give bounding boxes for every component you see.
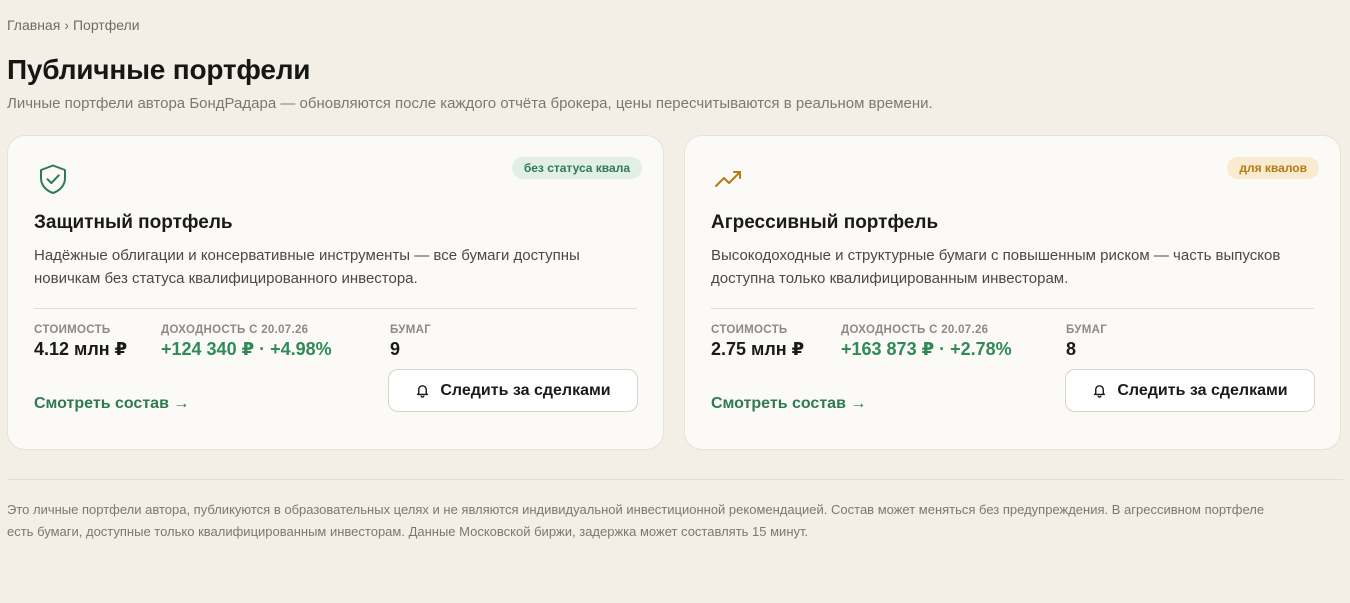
stat-yield-label: Доходность с 20.07.26: [161, 324, 309, 336]
card-description: Высокодоходные и структурные бумаги с по…: [711, 247, 1281, 287]
footer-disclaimer: Это личные портфели автора, публикуются …: [7, 502, 1265, 539]
page-subtitle: Личные портфели автора БондРадара — обно…: [7, 95, 933, 112]
card-divider: [34, 308, 637, 309]
portfolios-page: Главная › Портфели Публичные портфели Личн…: [0, 0, 1350, 603]
view-composition-link[interactable]: Смотреть состав →: [711, 395, 866, 413]
follow-trades-button[interactable]: Следить за сделками: [388, 369, 638, 412]
stat-value: Стоимость 4.12 млн ₽: [34, 324, 127, 360]
stat-yield-amount: +124 340 ₽ · +4.98%: [161, 339, 332, 359]
breadcrumb-separator: ›: [64, 17, 69, 33]
card-title: Защитный портфель: [34, 212, 233, 233]
stat-count: Бумаг 9: [390, 324, 431, 360]
stat-count-label: Бумаг: [1066, 324, 1108, 336]
stat-yield-label: Доходность с 20.07.26: [841, 324, 989, 336]
bell-icon: [1094, 385, 1106, 398]
card-description: Надёжные облигации и консервативные инст…: [34, 247, 580, 287]
stat-yield: Доходность с 20.07.26 +124 340 ₽ · +4.98…: [161, 324, 332, 360]
trend-up-icon: [713, 162, 747, 196]
stat-value: Стоимость 2.75 млн ₽: [711, 324, 804, 360]
follow-trades-label: Следить за сделками: [1117, 381, 1288, 399]
follow-trades-button[interactable]: Следить за сделками: [1065, 369, 1315, 412]
bell-icon: [417, 385, 429, 398]
portfolio-card-defensive: без статуса квала Защитный портфель Надё…: [7, 135, 664, 450]
stat-value-label: Стоимость: [34, 324, 111, 336]
footer-divider: [7, 479, 1343, 480]
status-badge: для квалов: [1227, 157, 1319, 179]
card-title: Агрессивный портфель: [711, 212, 939, 233]
page-title: Публичные портфели: [7, 54, 311, 85]
stat-yield-amount: +163 873 ₽ · +2.78%: [841, 339, 1012, 359]
stat-value-amount: 2.75 млн ₽: [711, 339, 805, 359]
status-badge: без статуса квала: [511, 157, 642, 179]
breadcrumb-home[interactable]: Главная: [7, 17, 60, 33]
shield-check-icon: [36, 162, 70, 196]
stat-count-amount: 8: [1066, 339, 1077, 359]
breadcrumb: Главная › Портфели: [7, 17, 140, 33]
stat-count-label: Бумаг: [390, 324, 432, 336]
stat-value-amount: 4.12 млн ₽: [34, 339, 128, 359]
portfolio-card-aggressive: для квалов Агрессивный портфель Высокодо…: [684, 135, 1341, 450]
card-divider: [711, 308, 1314, 309]
follow-trades-label: Следить за сделками: [440, 381, 611, 399]
view-composition-link[interactable]: Смотреть состав →: [34, 395, 189, 413]
stat-yield: Доходность с 20.07.26 +163 873 ₽ · +2.78…: [841, 324, 1012, 360]
stat-value-label: Стоимость: [711, 324, 788, 336]
stat-count-amount: 9: [390, 339, 401, 359]
stat-count: Бумаг 8: [1066, 324, 1107, 360]
breadcrumb-current: Портфели: [72, 17, 140, 33]
